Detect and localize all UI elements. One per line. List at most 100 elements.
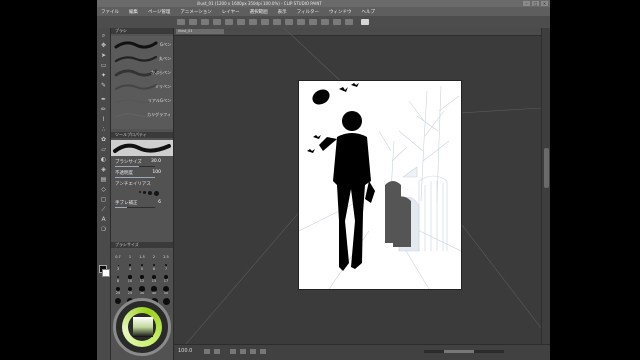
frame-icon[interactable]: ▢ (100, 196, 107, 203)
brush-size-label: 7 (164, 267, 168, 271)
saturation-value-square[interactable] (133, 317, 153, 337)
list-item[interactable] (114, 39, 158, 51)
selection-tool-icon[interactable]: ▭ (100, 62, 107, 69)
canvas-area[interactable]: illust_01 (174, 28, 541, 344)
brush-size-slider[interactable] (115, 166, 155, 167)
drawing-page[interactable] (299, 81, 461, 289)
stabilization-value[interactable]: 6 (158, 200, 161, 205)
left-panel: ブラシ Gペン 丸ペン かぶらペン ミリペン リアルGペン カリグラフィ ツール… (111, 28, 173, 360)
brush-size-dot (117, 264, 119, 266)
zoom-out-icon[interactable] (204, 349, 210, 354)
color-wheel[interactable] (113, 298, 171, 356)
decoration-icon[interactable]: ✿ (100, 136, 107, 143)
antialias-weak-option[interactable] (143, 191, 146, 194)
move-tool-icon[interactable]: ✥ (100, 42, 107, 49)
pen-tool-icon[interactable]: ✒ (100, 96, 107, 103)
redo-icon[interactable] (225, 19, 233, 25)
antialias-selector[interactable] (139, 191, 159, 196)
figure-icon[interactable]: ◇ (100, 186, 107, 193)
deselect-icon[interactable] (273, 19, 281, 25)
crop-icon[interactable] (297, 19, 305, 25)
brush-size-label: 20 (115, 291, 121, 295)
antialias-options[interactable] (115, 191, 171, 199)
menu-window[interactable]: ウィンドウ (329, 9, 352, 15)
rotate-left-icon[interactable] (240, 349, 246, 354)
brush-size-dot (141, 264, 143, 266)
brush-label: リアルGペン (147, 98, 171, 103)
clip-studio-icon[interactable] (361, 19, 369, 25)
flip-horizontal-icon[interactable] (260, 349, 266, 354)
rotate-right-icon[interactable] (250, 349, 256, 354)
text-tool-icon[interactable]: A (100, 216, 107, 223)
menu-help[interactable]: ヘルプ (362, 9, 376, 15)
open-icon[interactable] (189, 19, 197, 25)
snap-icon[interactable] (321, 19, 329, 25)
zoom-level[interactable]: 100.0 (178, 348, 192, 354)
artwork (299, 81, 461, 289)
brush-size-label: 5 (140, 267, 144, 271)
transform-icon[interactable] (249, 19, 257, 25)
menu-filter[interactable]: フィルター (297, 9, 319, 15)
sub-color-swatch[interactable] (102, 269, 110, 277)
brush-size-property[interactable]: ブラシサイズ 30.0 (115, 159, 171, 167)
list-item[interactable] (114, 81, 158, 93)
menu-view[interactable]: 表示 (278, 9, 287, 15)
opacity-slider[interactable] (115, 177, 155, 178)
minimize-button[interactable]: – (523, 1, 530, 6)
menu-edit[interactable]: 編集 (129, 9, 138, 15)
menu-file[interactable]: ファイル (101, 9, 119, 15)
fill-icon[interactable] (261, 19, 269, 25)
brush-size-label: 2.5 (163, 255, 169, 259)
brush-size-label: 12 (139, 279, 145, 283)
horizontal-scrollbar[interactable] (424, 350, 504, 353)
zoom-tool-icon[interactable]: ⌕ (100, 32, 107, 39)
eyedropper-icon[interactable]: ✎ (100, 82, 107, 89)
zoom-in-icon[interactable] (214, 349, 220, 354)
maximize-button[interactable]: □ (532, 1, 539, 6)
brush-size-value[interactable]: 30.0 (151, 159, 161, 164)
antialias-property[interactable]: アンチエイリアス (115, 181, 171, 189)
menu-layer[interactable]: レイヤー (222, 9, 240, 15)
vertical-scrollbar[interactable] (541, 28, 550, 360)
brush-size-label: 30 (139, 291, 145, 295)
brush-size-panel-header: ブラシサイズ (111, 242, 173, 248)
opacity-value[interactable]: 100 (152, 170, 161, 175)
gradient-icon[interactable]: ▤ (100, 176, 107, 183)
brush-size-label: 10 (127, 279, 133, 283)
horizontal-scrollbar-thumb[interactable] (444, 350, 474, 353)
antialias-mid-option[interactable] (148, 191, 152, 195)
opacity-property[interactable]: 不透明度 100 (115, 170, 171, 178)
object-tool-icon[interactable]: ➤ (100, 52, 107, 59)
list-item[interactable] (114, 53, 158, 65)
antialias-strong-option[interactable] (154, 191, 159, 196)
auto-select-icon[interactable]: ✦ (100, 72, 107, 79)
stabilization-property[interactable]: 手ブレ補正 6 (115, 200, 171, 208)
save-icon[interactable] (201, 19, 209, 25)
new-icon[interactable] (177, 19, 185, 25)
airbrush-icon[interactable]: ∴ (100, 126, 107, 133)
pencil-tool-icon[interactable]: ✏ (100, 106, 107, 113)
stabilization-slider[interactable] (115, 207, 155, 208)
brush-size-dot (129, 264, 131, 266)
undo-icon[interactable] (213, 19, 221, 25)
brush-tool-icon[interactable]: ⌇ (100, 116, 107, 123)
eraser-icon[interactable]: ▱ (100, 146, 107, 153)
close-button[interactable]: × (541, 1, 548, 6)
antialias-none-option[interactable] (139, 191, 141, 193)
invert-selection-icon[interactable] (285, 19, 293, 25)
menu-selection[interactable]: 選択範囲 (250, 9, 268, 15)
clear-icon[interactable] (237, 19, 245, 25)
menu-animation[interactable]: アニメーション (180, 9, 211, 15)
ruler-tool-icon[interactable]: ⟋ (100, 206, 107, 213)
ruler-icon[interactable] (309, 19, 317, 25)
snap-ruler-icon[interactable] (333, 19, 341, 25)
balloon-icon[interactable]: ❍ (100, 226, 107, 233)
fit-to-window-icon[interactable] (230, 349, 236, 354)
menu-page[interactable]: ページ管理 (148, 9, 170, 15)
scrollbar-thumb[interactable] (544, 148, 549, 188)
brush-size-dot (164, 263, 168, 267)
fill-tool-icon[interactable]: ◈ (100, 166, 107, 173)
blend-icon[interactable]: ◐ (100, 156, 107, 163)
title-bar: illust_01 (1200 x 1600px 350dpi 100.0%) … (97, 0, 550, 7)
snap-grid-icon[interactable] (345, 19, 353, 25)
